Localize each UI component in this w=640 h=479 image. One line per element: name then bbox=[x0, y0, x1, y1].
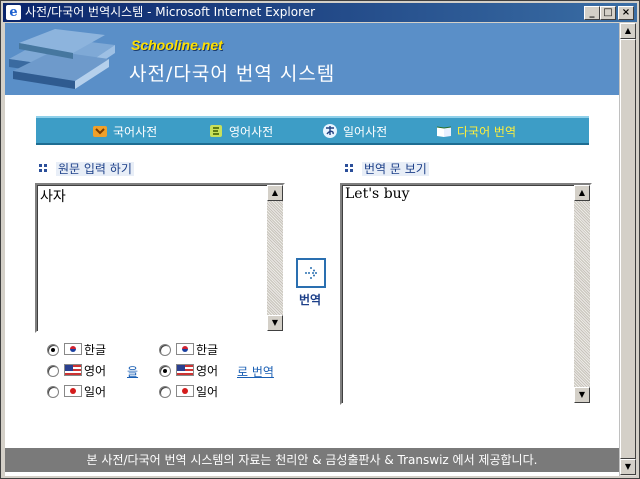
usa-flag-icon bbox=[176, 364, 194, 376]
from-link[interactable]: 을 bbox=[127, 363, 138, 380]
close-button[interactable]: × bbox=[618, 6, 634, 20]
usa-flag-icon bbox=[64, 364, 82, 376]
english-dictionary-icon bbox=[210, 125, 222, 137]
scroll-up-arrow-icon[interactable]: ▲ bbox=[267, 185, 283, 201]
page-content: Schooline.net 사전/다국어 번역 시스템 국어사전 영어사전 일어… bbox=[5, 23, 619, 476]
translate-arrow-icon bbox=[305, 267, 317, 279]
source-lang-japanese[interactable]: 일어 bbox=[47, 384, 106, 400]
internet-explorer-icon: e bbox=[6, 5, 21, 20]
title-bar[interactable]: e 사전/다국어 번역시스템 - Microsoft Internet Expl… bbox=[3, 3, 637, 22]
dictionary-menu: 국어사전 영어사전 일어사전 다국어 번역 bbox=[36, 116, 589, 145]
books-icon bbox=[9, 29, 115, 89]
minimize-button[interactable]: _ bbox=[584, 6, 600, 20]
to-translate-link[interactable]: 로 번역 bbox=[237, 363, 274, 380]
japanese-dictionary-icon bbox=[323, 124, 337, 138]
result-scrollbar[interactable]: ▲ ▼ bbox=[574, 185, 590, 403]
source-lang-korean[interactable]: 한글 bbox=[47, 342, 106, 358]
radio-button[interactable] bbox=[159, 386, 171, 398]
korea-flag-icon bbox=[64, 343, 82, 355]
japan-flag-icon bbox=[64, 385, 82, 397]
radio-button[interactable] bbox=[47, 386, 59, 398]
window-title: 사전/다국어 번역시스템 - Microsoft Internet Explor… bbox=[25, 5, 316, 19]
source-lang-english[interactable]: 영어 bbox=[47, 363, 106, 379]
menu-multilingual-translation[interactable]: 다국어 번역 bbox=[436, 122, 516, 142]
result-textarea[interactable]: Let's buy ▲ ▼ bbox=[340, 183, 592, 405]
radio-button[interactable] bbox=[47, 344, 59, 356]
translate-label[interactable]: 번역 bbox=[299, 291, 321, 308]
target-lang-japanese[interactable]: 일어 bbox=[159, 384, 218, 400]
target-lang-korean[interactable]: 한글 bbox=[159, 342, 218, 358]
scrollbar-thumb[interactable] bbox=[620, 39, 636, 459]
footer-notice: 본 사전/다국어 번역 시스템의 자료는 천리안 & 금성출판사 & Trans… bbox=[5, 448, 619, 472]
page-scrollbar[interactable]: ▲ ▼ bbox=[619, 23, 636, 476]
source-scrollbar[interactable]: ▲ ▼ bbox=[267, 185, 283, 331]
result-section-label: 번역 문 보기 bbox=[345, 160, 429, 177]
scroll-up-arrow-icon[interactable]: ▲ bbox=[620, 23, 636, 39]
open-book-icon bbox=[436, 126, 452, 137]
bullet-icon bbox=[39, 164, 47, 172]
radio-button[interactable] bbox=[159, 365, 171, 377]
korean-dictionary-icon bbox=[93, 126, 107, 137]
radio-button[interactable] bbox=[47, 365, 59, 377]
menu-english-dictionary[interactable]: 영어사전 bbox=[208, 122, 273, 142]
menu-japanese-dictionary[interactable]: 일어사전 bbox=[322, 122, 387, 142]
scroll-down-arrow-icon[interactable]: ▼ bbox=[574, 387, 590, 403]
scroll-down-arrow-icon[interactable]: ▼ bbox=[620, 459, 636, 475]
radio-button[interactable] bbox=[159, 344, 171, 356]
korea-flag-icon bbox=[176, 343, 194, 355]
translate-button[interactable] bbox=[296, 258, 326, 288]
browser-window: e 사전/다국어 번역시스템 - Microsoft Internet Expl… bbox=[0, 0, 640, 479]
scroll-up-arrow-icon[interactable]: ▲ bbox=[574, 185, 590, 201]
maximize-button[interactable]: □ bbox=[600, 6, 616, 20]
page-header: Schooline.net 사전/다국어 번역 시스템 bbox=[5, 23, 619, 95]
scroll-down-arrow-icon[interactable]: ▼ bbox=[267, 315, 283, 331]
menu-korean-dictionary[interactable]: 국어사전 bbox=[92, 122, 157, 142]
source-section-label: 원문 입력 하기 bbox=[39, 160, 134, 177]
target-lang-english[interactable]: 영어 bbox=[159, 363, 218, 379]
page-title: 사전/다국어 번역 시스템 bbox=[129, 63, 336, 85]
source-textarea[interactable]: 사자 ▲ ▼ bbox=[35, 183, 285, 333]
japan-flag-icon bbox=[176, 385, 194, 397]
brand-logo[interactable]: Schooline.net bbox=[131, 37, 223, 53]
bullet-icon bbox=[345, 164, 353, 172]
